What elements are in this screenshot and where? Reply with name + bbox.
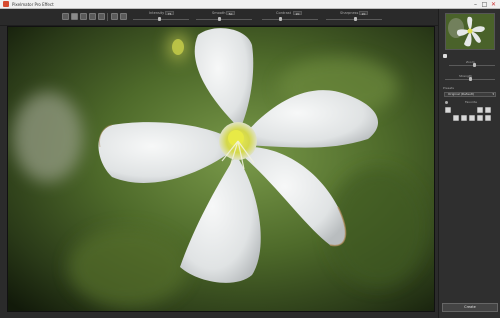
smooth-thumb[interactable]	[218, 17, 221, 21]
sharpness-label: Sharpness	[340, 11, 359, 15]
create-button[interactable]: Create	[442, 303, 498, 312]
contrast-track[interactable]	[262, 19, 318, 20]
toolbar: Intensity 75 Smooth 50 Contrast 20 Sharp…	[0, 9, 500, 26]
zoom-thumb[interactable]	[473, 63, 476, 67]
favorite-icon[interactable]	[445, 101, 448, 104]
intensity-slider[interactable]: Intensity 75	[133, 11, 193, 25]
chevron-down-icon: ▾	[492, 92, 494, 96]
smooth-track[interactable]	[196, 19, 252, 20]
presets-selected: Original (Default)	[448, 92, 474, 96]
app-icon	[3, 1, 9, 7]
smooth-slider[interactable]: Smooth 50	[196, 11, 256, 25]
duplicate-preset-button[interactable]	[477, 115, 483, 121]
sharpness-thumb[interactable]	[354, 17, 357, 21]
close-button[interactable]: ✕	[489, 0, 498, 9]
rename-preset-button[interactable]	[469, 115, 475, 121]
minimize-button[interactable]: –	[471, 0, 480, 9]
save-preset-button[interactable]	[477, 107, 483, 113]
smooth-value[interactable]: 50	[226, 11, 235, 16]
presets-label: Presets	[443, 86, 454, 90]
navigator-thumbnail[interactable]	[445, 13, 495, 50]
flower-photo	[8, 27, 434, 311]
zoom-track[interactable]	[449, 65, 495, 66]
grid-icon[interactable]	[111, 13, 118, 20]
window-controls: – □ ✕	[471, 0, 498, 9]
image-canvas[interactable]	[7, 26, 435, 312]
sidebar: Zoom Strength Presets Original (Default)…	[438, 9, 500, 318]
intensity-label: Intensity	[149, 11, 165, 15]
smooth-label: Smooth	[212, 11, 226, 15]
view-original-icon[interactable]	[62, 13, 69, 20]
compare-icon[interactable]	[71, 13, 78, 20]
fit-icon[interactable]	[443, 54, 447, 58]
title-bar: Pixelmator Pro Effect – □ ✕	[0, 0, 500, 9]
contrast-slider[interactable]: Contrast 20	[262, 11, 322, 25]
favorites-label: Favorite	[465, 100, 477, 104]
contrast-label: Contrast	[276, 11, 291, 15]
brush-icon[interactable]	[80, 13, 87, 20]
export-preset-button[interactable]	[461, 115, 467, 121]
zoom-icon[interactable]	[120, 13, 127, 20]
undo-preset-button[interactable]	[445, 107, 451, 113]
contrast-value[interactable]: 20	[293, 11, 302, 16]
intensity-thumb[interactable]	[158, 17, 161, 21]
delete-preset-button[interactable]	[485, 107, 491, 113]
sharpness-value[interactable]: 20	[359, 11, 368, 16]
import-preset-button[interactable]	[453, 115, 459, 121]
presets-dropdown[interactable]: Original (Default) ▾	[444, 92, 496, 97]
contrast-thumb[interactable]	[279, 17, 282, 21]
eraser-icon[interactable]	[89, 13, 96, 20]
reset-preset-button[interactable]	[485, 115, 491, 121]
toolbar-divider	[107, 13, 108, 21]
intensity-value[interactable]: 75	[165, 11, 174, 16]
intensity-track[interactable]	[133, 19, 189, 20]
settings-icon[interactable]	[98, 13, 105, 20]
maximize-button[interactable]: □	[480, 0, 489, 9]
window-title: Pixelmator Pro Effect	[12, 1, 54, 7]
strength-thumb[interactable]	[469, 77, 472, 81]
sharpness-slider[interactable]: Sharpness 20	[326, 11, 386, 25]
